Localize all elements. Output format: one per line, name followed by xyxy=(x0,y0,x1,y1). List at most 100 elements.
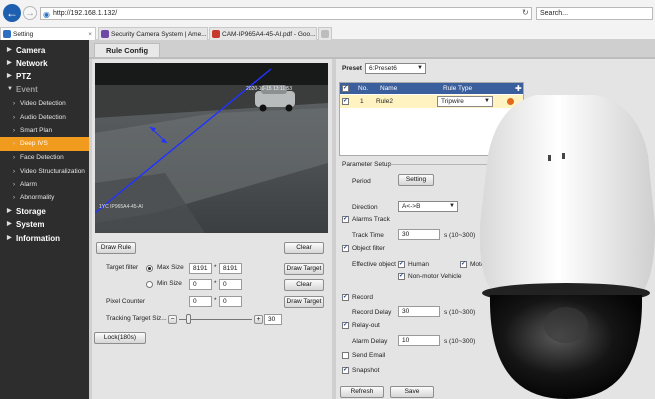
times-sign: * xyxy=(214,264,217,271)
min-height-input[interactable]: 0 xyxy=(219,279,242,290)
sidebar-item-information[interactable]: ▶ Information xyxy=(0,232,89,245)
alarm-track-label: Alarms Track xyxy=(352,216,390,223)
video-camera-label: 1YC IP965A4-45-AI xyxy=(99,204,143,210)
chevron-right-icon: › xyxy=(13,155,15,161)
track-time-input[interactable]: 30 xyxy=(398,229,440,240)
video-scene: 2020-10-15 13:11:53 1YC IP965A4-45-AI xyxy=(95,63,328,233)
non-motor-vehicle-label: Non-motor Vehicle xyxy=(408,273,462,280)
times-sign: * xyxy=(214,280,217,287)
relay-out-checkbox[interactable]: ✓ xyxy=(342,322,349,329)
chevron-right-icon: ▶ xyxy=(7,60,12,66)
tab-rule-config[interactable]: Rule Config xyxy=(94,43,160,57)
address-bar[interactable]: ◉ http://192.168.1.132/ xyxy=(40,7,532,20)
clear-rule-button[interactable]: Clear xyxy=(284,242,324,254)
send-email-checkbox[interactable] xyxy=(342,352,349,359)
pixel-counter-label: Pixel Counter xyxy=(106,298,146,305)
back-button[interactable]: ← xyxy=(3,4,21,22)
record-delay-unit: s (10~300) xyxy=(444,309,476,316)
tracking-value-input[interactable]: 30 xyxy=(264,314,282,325)
section-divider xyxy=(388,164,488,165)
sidebar-item-network[interactable]: ▶ Network xyxy=(0,57,89,70)
tracking-slider-thumb[interactable] xyxy=(186,314,192,324)
ptz-camera-illustration xyxy=(479,95,655,399)
chevron-right-icon: ▶ xyxy=(7,47,12,53)
tracking-target-label: Tracking Target Siz... xyxy=(106,315,167,322)
max-size-radio[interactable] xyxy=(146,265,153,272)
preset-label: Preset xyxy=(342,65,362,72)
sidebar-item-storage[interactable]: ▶ Storage xyxy=(0,205,89,218)
non-motor-vehicle-checkbox[interactable]: ✓ xyxy=(398,273,405,280)
sidebar-item-alarm[interactable]: › Alarm xyxy=(0,178,89,192)
row-checkbox[interactable]: ✓ xyxy=(342,98,349,105)
sidebar-item-system[interactable]: ▶ System xyxy=(0,218,89,231)
clear-target-button[interactable]: Clear xyxy=(284,279,324,291)
draw-target-pixel-button[interactable]: Draw Target xyxy=(284,296,324,308)
draw-rule-button[interactable]: Draw Rule xyxy=(96,242,136,254)
search-input[interactable]: Search... xyxy=(536,7,653,20)
tab-favicon xyxy=(101,30,109,38)
sidebar-item-video-structuralization[interactable]: › Video Structuralization xyxy=(0,165,89,179)
tab-favicon xyxy=(212,30,220,38)
motor-vehicle-checkbox[interactable]: ✓ xyxy=(460,261,467,268)
new-tab-button[interactable] xyxy=(318,27,332,40)
pixel-width-input[interactable]: 0 xyxy=(189,296,212,307)
sidebar-item-face-detection[interactable]: › Face Detection xyxy=(0,151,89,165)
chevron-right-icon: › xyxy=(13,169,15,175)
max-width-input[interactable]: 8191 xyxy=(189,263,212,274)
add-rule-icon[interactable]: ✚ xyxy=(515,83,522,94)
browser-chrome: ← → ◉ http://192.168.1.132/ ↻ Search... … xyxy=(0,0,655,40)
target-filter-label: Target filter xyxy=(106,264,139,271)
refresh-icon[interactable]: ↻ xyxy=(522,8,529,17)
browser-tab-security[interactable]: Security Camera System | Ame... xyxy=(98,27,208,40)
object-filter-label: Object filter xyxy=(352,245,385,252)
sidebar-item-ptz[interactable]: ▶ PTZ xyxy=(0,70,89,83)
video-timestamp: 2020-10-15 13:11:53 xyxy=(246,86,292,92)
save-button[interactable]: Save xyxy=(390,386,434,398)
max-size-label: Max Size xyxy=(157,264,184,271)
sidebar-item-event[interactable]: ▼ Event xyxy=(0,83,89,96)
snapshot-checkbox[interactable]: ✓ xyxy=(342,367,349,374)
chevron-right-icon: ▶ xyxy=(7,235,12,241)
min-size-radio[interactable] xyxy=(146,281,153,288)
close-tab-icon[interactable]: × xyxy=(88,28,92,40)
chevron-right-icon: ▶ xyxy=(7,73,12,79)
pixel-height-input[interactable]: 0 xyxy=(219,296,242,307)
decrease-button[interactable]: − xyxy=(168,315,177,324)
direction-select[interactable]: A<->B ▼ xyxy=(398,201,458,212)
select-all-checkbox[interactable]: ✓ xyxy=(342,85,349,92)
chevron-right-icon: ▶ xyxy=(7,221,12,227)
url-text: http://192.168.1.132/ xyxy=(53,10,118,17)
chevron-right-icon: ▶ xyxy=(7,208,12,214)
preset-select[interactable]: 6:Preset6 ▼ xyxy=(365,63,426,74)
max-height-input[interactable]: 8191 xyxy=(219,263,242,274)
min-width-input[interactable]: 0 xyxy=(189,279,212,290)
alarm-track-checkbox[interactable]: ✓ xyxy=(342,216,349,223)
sidebar-item-camera[interactable]: ▶ Camera xyxy=(0,44,89,57)
snapshot-label: Snapshot xyxy=(352,367,380,374)
sidebar-item-smart-plan[interactable]: › Smart Plan xyxy=(0,124,89,138)
sidebar-item-audio-detection[interactable]: › Audio Detection xyxy=(0,111,89,125)
human-checkbox[interactable]: ✓ xyxy=(398,261,405,268)
forward-button[interactable]: → xyxy=(23,6,37,20)
alarm-delay-input[interactable]: 10 xyxy=(398,335,440,346)
lock-button[interactable]: Lock(180s) xyxy=(94,332,146,344)
browser-tab-setting[interactable]: Setting × xyxy=(0,27,96,40)
object-filter-checkbox[interactable]: ✓ xyxy=(342,245,349,252)
record-delay-input[interactable]: 30 xyxy=(398,306,440,317)
track-time-label: Track Time xyxy=(352,232,384,239)
sidebar-item-video-detection[interactable]: › Video Detection xyxy=(0,97,89,111)
refresh-button[interactable]: Refresh xyxy=(340,386,384,398)
record-delay-label: Record Delay xyxy=(352,309,392,316)
browser-tabs: Setting × Security Camera System | Ame..… xyxy=(0,27,655,40)
sidebar-item-abnormality[interactable]: › Abnormality xyxy=(0,191,89,205)
increase-button[interactable]: + xyxy=(254,315,263,324)
effective-object-label: Effective object xyxy=(352,261,396,268)
new-tab-icon xyxy=(321,30,329,38)
period-setting-button[interactable]: Setting xyxy=(398,174,434,186)
browser-tab-pdf[interactable]: CAM-IP965A4-45-AI.pdf - Goo... xyxy=(209,27,317,40)
sidebar-item-deep-ivs[interactable]: › Deep IVS xyxy=(0,137,89,151)
chevron-right-icon: › xyxy=(13,195,15,201)
record-checkbox[interactable]: ✓ xyxy=(342,294,349,301)
draw-target-button[interactable]: Draw Target xyxy=(284,263,324,275)
video-preview[interactable]: 2020-10-15 13:11:53 1YC IP965A4-45-AI xyxy=(95,63,328,233)
